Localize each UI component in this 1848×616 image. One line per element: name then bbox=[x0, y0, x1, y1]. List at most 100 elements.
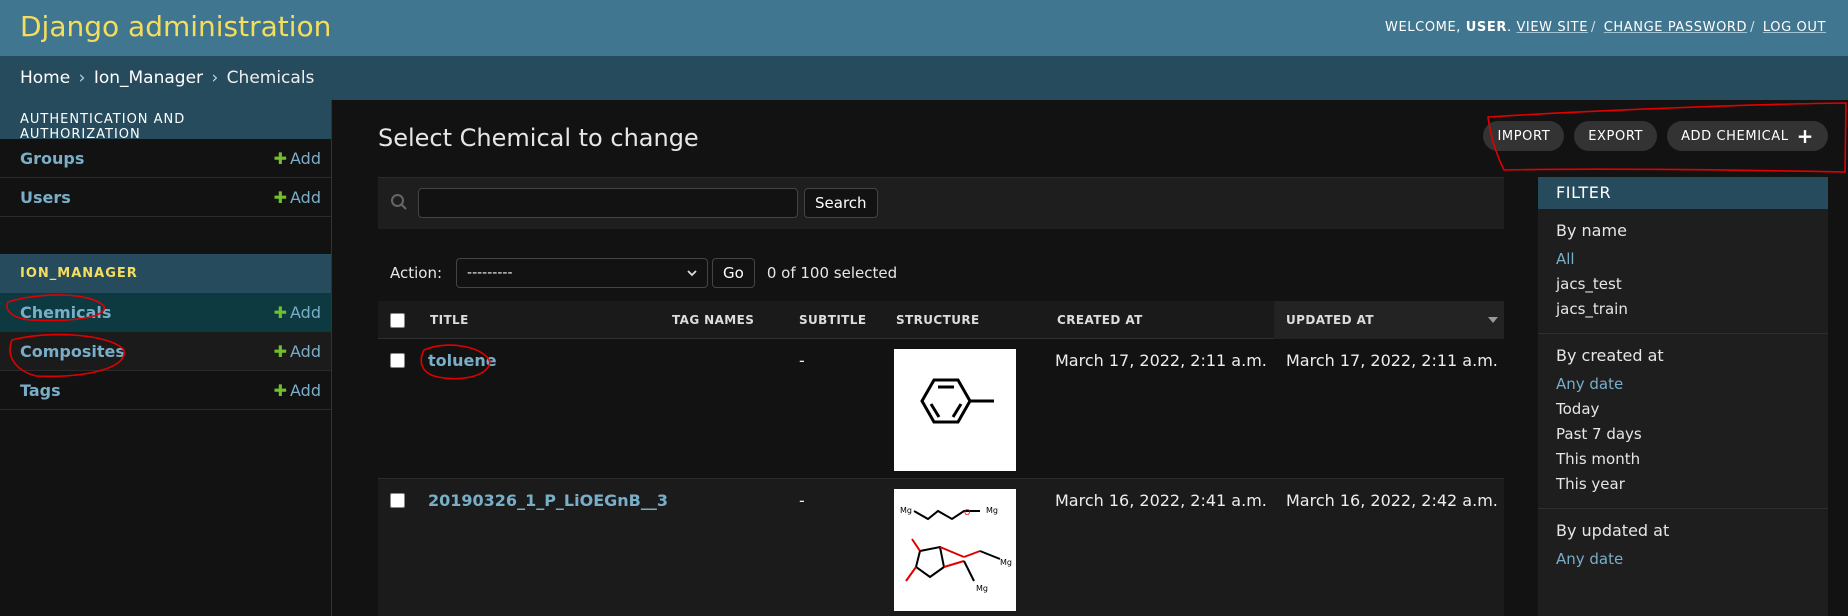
add-tags-button[interactable]: ✚ Add bbox=[274, 381, 321, 400]
action-select[interactable]: --------- bbox=[456, 258, 709, 288]
results-table: Title Tag names Subtitle Structure Creat… bbox=[378, 301, 1504, 616]
column-created-at[interactable]: Created at bbox=[1057, 313, 1143, 327]
row-title-link[interactable]: 20190326_1_P_LiOEGnB__3 bbox=[428, 491, 668, 510]
filter-panel: Filter By name All jacs_test jacs_train … bbox=[1538, 177, 1828, 616]
view-site-link[interactable]: VIEW SITE bbox=[1516, 20, 1588, 35]
plus-icon: ✚ bbox=[273, 381, 288, 400]
change-password-link[interactable]: CHANGE PASSWORD bbox=[1604, 20, 1747, 35]
table-row: 20190326_1_P_LiOEGnB__3 - Mg O Mg Mg Mg … bbox=[378, 479, 1504, 616]
breadcrumb-home[interactable]: Home bbox=[20, 68, 70, 88]
filter-title: Filter bbox=[1538, 177, 1828, 209]
filter-option[interactable]: Any date bbox=[1556, 550, 1810, 568]
add-label: Add bbox=[290, 188, 321, 207]
column-title[interactable]: Title bbox=[430, 313, 469, 327]
module-caption-auth[interactable]: Authentication and Authorization bbox=[0, 100, 331, 142]
filter-group-name: By name All jacs_test jacs_train bbox=[1538, 209, 1828, 334]
add-groups-button[interactable]: ✚ Add bbox=[274, 149, 321, 168]
table-header: Title Tag names Subtitle Structure Creat… bbox=[378, 301, 1504, 339]
row-created-at: March 17, 2022, 2:11 a.m. bbox=[1055, 351, 1267, 370]
action-label: Action: bbox=[390, 264, 443, 282]
filter-group-updated: By updated at Any date bbox=[1538, 509, 1828, 583]
page-title: Select Chemical to change bbox=[378, 124, 699, 152]
import-label: IMPORT bbox=[1497, 128, 1551, 144]
filter-option[interactable]: This year bbox=[1556, 475, 1810, 493]
nav-sidebar: Authentication and Authorization Groups … bbox=[0, 100, 332, 616]
sidebar-item-composites: Composites ✚ Add bbox=[0, 332, 331, 371]
filter-group-created: By created at Any date Today Past 7 days… bbox=[1538, 334, 1828, 509]
atom-label: O bbox=[964, 508, 970, 517]
username: USER bbox=[1465, 20, 1507, 35]
add-chemical-label: ADD CHEMICAL bbox=[1681, 128, 1789, 144]
add-label: Add bbox=[290, 342, 321, 361]
column-updated-at-label: Updated at bbox=[1286, 313, 1374, 327]
groups-link[interactable]: Groups bbox=[20, 149, 84, 168]
breadcrumb-separator: › bbox=[78, 68, 86, 88]
composites-link[interactable]: Composites bbox=[20, 342, 125, 361]
select-all-checkbox[interactable] bbox=[390, 313, 405, 328]
row-checkbox[interactable] bbox=[390, 493, 405, 508]
plus-icon: + bbox=[1796, 124, 1814, 148]
add-composites-button[interactable]: ✚ Add bbox=[274, 342, 321, 361]
export-button[interactable]: EXPORT bbox=[1574, 121, 1658, 151]
filter-option[interactable]: Past 7 days bbox=[1556, 425, 1810, 443]
filter-option[interactable]: Any date bbox=[1556, 375, 1810, 393]
filter-option[interactable]: All bbox=[1556, 250, 1810, 268]
site-header: Django administration WELCOME, USER. VIE… bbox=[0, 0, 1848, 56]
search-icon bbox=[391, 194, 407, 210]
atom-label: Mg bbox=[976, 584, 988, 593]
column-tag-names: Tag names bbox=[672, 313, 755, 327]
plus-icon: ✚ bbox=[273, 188, 288, 207]
row-checkbox[interactable] bbox=[390, 353, 405, 368]
row-title-link[interactable]: toluene bbox=[428, 351, 497, 370]
atom-label: Mg bbox=[900, 506, 912, 515]
log-out-link[interactable]: LOG OUT bbox=[1763, 20, 1826, 35]
row-created-at: March 16, 2022, 2:41 a.m. bbox=[1055, 491, 1267, 510]
column-updated-at[interactable]: Updated at bbox=[1274, 301, 1504, 339]
structure-image: Mg O Mg Mg Mg bbox=[894, 489, 1016, 611]
filter-heading: By created at bbox=[1556, 346, 1664, 365]
table-row: toluene - March 17, 2022, 2:11 a.m. Marc… bbox=[378, 339, 1504, 479]
action-bar: Action: --------- Go 0 of 100 selected bbox=[390, 258, 897, 288]
chemicals-link[interactable]: Chemicals bbox=[20, 303, 111, 322]
add-chemicals-button[interactable]: ✚ Add bbox=[274, 303, 321, 322]
sort-desc-icon[interactable] bbox=[1488, 317, 1498, 323]
users-link[interactable]: Users bbox=[20, 188, 71, 207]
add-chemical-button[interactable]: ADD CHEMICAL + bbox=[1667, 121, 1828, 151]
breadcrumb-app[interactable]: Ion_Manager bbox=[94, 68, 203, 88]
filter-option[interactable]: Today bbox=[1556, 400, 1810, 418]
welcome-text: WELCOME, bbox=[1385, 20, 1462, 35]
object-tools: IMPORT EXPORT ADD CHEMICAL + bbox=[1483, 121, 1828, 151]
column-subtitle: Subtitle bbox=[799, 313, 867, 327]
breadcrumb-current: Chemicals bbox=[226, 68, 315, 88]
search-input[interactable] bbox=[418, 188, 798, 218]
sidebar-item-tags: Tags ✚ Add bbox=[0, 371, 331, 410]
sidebar-item-users: Users ✚ Add bbox=[0, 178, 331, 217]
filter-option[interactable]: jacs_test bbox=[1556, 275, 1810, 293]
add-users-button[interactable]: ✚ Add bbox=[274, 188, 321, 207]
user-tools: WELCOME, USER. VIEW SITE / CHANGE PASSWOR… bbox=[1385, 20, 1826, 35]
row-subtitle: - bbox=[799, 351, 805, 370]
molecule-structure-icon: Mg O Mg Mg Mg bbox=[900, 506, 1012, 593]
action-selected-option: --------- bbox=[467, 265, 513, 281]
export-label: EXPORT bbox=[1588, 128, 1644, 144]
site-brand[interactable]: Django administration bbox=[20, 10, 331, 43]
sidebar-item-chemicals: Chemicals ✚ Add bbox=[0, 293, 331, 332]
plus-icon: ✚ bbox=[273, 342, 288, 361]
add-label: Add bbox=[290, 381, 321, 400]
breadcrumb: Home › Ion_Manager › Chemicals bbox=[0, 56, 1848, 100]
atom-label: Mg bbox=[1000, 558, 1012, 567]
row-subtitle: - bbox=[799, 491, 805, 510]
import-button[interactable]: IMPORT bbox=[1483, 121, 1565, 151]
module-caption-ion-manager[interactable]: Ion_Manager bbox=[0, 254, 331, 293]
tags-link[interactable]: Tags bbox=[20, 381, 61, 400]
go-button[interactable]: Go bbox=[712, 258, 755, 288]
filter-heading: By name bbox=[1556, 221, 1627, 240]
add-label: Add bbox=[290, 149, 321, 168]
structure-image bbox=[894, 349, 1016, 471]
filter-option[interactable]: This month bbox=[1556, 450, 1810, 468]
search-button[interactable]: Search bbox=[804, 188, 878, 218]
filter-option[interactable]: jacs_train bbox=[1556, 300, 1810, 318]
row-updated-at: March 16, 2022, 2:42 a.m. bbox=[1286, 491, 1498, 510]
row-updated-at: March 17, 2022, 2:11 a.m. bbox=[1286, 351, 1498, 370]
